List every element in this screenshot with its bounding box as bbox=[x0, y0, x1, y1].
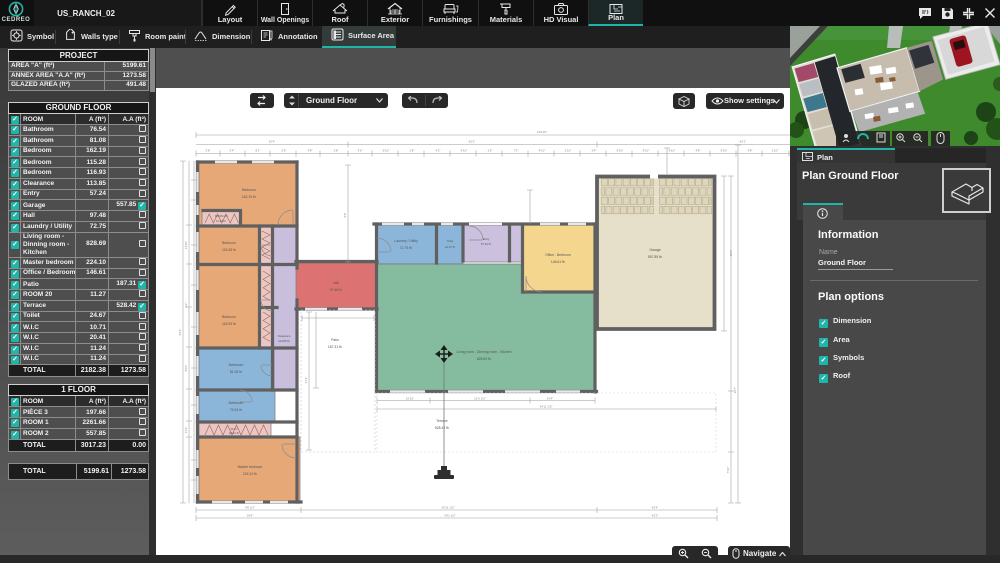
svg-text:1'8": 1'8" bbox=[410, 149, 415, 153]
svg-text:4'8 1/2": 4'8 1/2" bbox=[245, 506, 255, 510]
svg-text:162.19 ft²: 162.19 ft² bbox=[242, 195, 257, 199]
svg-text:5'4": 5'4" bbox=[230, 149, 235, 153]
svg-text:8'10": 8'10" bbox=[617, 149, 624, 153]
svg-text:7'10": 7'10" bbox=[726, 467, 730, 474]
svg-text:42'2": 42'2" bbox=[652, 514, 659, 518]
svg-text:36'7": 36'7" bbox=[733, 387, 737, 394]
svg-text:Entry: Entry bbox=[483, 237, 490, 241]
svg-text:97.48 ft²: 97.48 ft² bbox=[330, 288, 343, 292]
svg-text:14'10": 14'10" bbox=[184, 241, 188, 249]
svg-text:8'10": 8'10" bbox=[721, 149, 728, 153]
svg-text:Toilet: Toilet bbox=[447, 239, 454, 243]
svg-text:3'4": 3'4" bbox=[592, 149, 597, 153]
svg-text:2'8": 2'8" bbox=[206, 149, 211, 153]
svg-text:1'6": 1'6" bbox=[488, 149, 493, 153]
svg-text:81.08 ft²: 81.08 ft² bbox=[230, 370, 243, 374]
svg-text:52'2": 52'2" bbox=[469, 140, 476, 144]
svg-text:9'10": 9'10" bbox=[383, 149, 390, 153]
svg-text:115.28 ft²: 115.28 ft² bbox=[222, 248, 237, 252]
svg-text:3'6": 3'6" bbox=[358, 149, 363, 153]
svg-text:Bathroom: Bathroom bbox=[229, 401, 244, 405]
svg-text:828.69 ft²: 828.69 ft² bbox=[477, 357, 492, 361]
svg-text:4'10": 4'10" bbox=[539, 149, 546, 153]
svg-text:14'4": 14'4" bbox=[547, 397, 554, 401]
svg-text:8'1": 8'1" bbox=[256, 149, 261, 153]
svg-text:10'10": 10'10" bbox=[406, 397, 414, 401]
svg-text:Hall: Hall bbox=[333, 281, 339, 285]
svg-text:1'8": 1'8" bbox=[334, 149, 339, 153]
svg-text:13'4": 13'4" bbox=[184, 427, 188, 434]
svg-text:6'10": 6'10" bbox=[669, 149, 676, 153]
svg-text:Clearance: Clearance bbox=[278, 334, 291, 338]
svg-text:57.24 ft²: 57.24 ft² bbox=[481, 242, 491, 246]
svg-text:32'4": 32'4" bbox=[269, 140, 276, 144]
svg-text:11.27 ft²: 11.27 ft² bbox=[216, 219, 226, 223]
svg-text:4'8": 4'8" bbox=[308, 149, 313, 153]
svg-text:Master bedroom: Master bedroom bbox=[238, 465, 263, 469]
svg-text:7'2": 7'2" bbox=[514, 149, 519, 153]
svg-text:21'6 1/2": 21'6 1/2" bbox=[474, 397, 486, 401]
svg-text:Laundry / Utility: Laundry / Utility bbox=[394, 239, 418, 243]
svg-text:116.93 ft²: 116.93 ft² bbox=[222, 322, 237, 326]
svg-text:9'9": 9'9" bbox=[343, 213, 347, 218]
svg-text:42'4": 42'4" bbox=[652, 506, 659, 510]
svg-text:Bedroom: Bedroom bbox=[222, 241, 236, 245]
svg-text:224.10 ft²: 224.10 ft² bbox=[243, 472, 258, 476]
svg-text:5'10": 5'10" bbox=[643, 149, 650, 153]
svg-text:30'1 1/2": 30'1 1/2" bbox=[444, 514, 456, 518]
svg-text:8'10": 8'10" bbox=[184, 365, 188, 372]
svg-text:34'11 1/2": 34'11 1/2" bbox=[539, 405, 552, 409]
svg-text:104'10": 104'10" bbox=[537, 130, 547, 134]
svg-text:113.85 ft²: 113.85 ft² bbox=[278, 339, 290, 343]
svg-text:Garage: Garage bbox=[649, 248, 660, 252]
svg-text:2'10": 2'10" bbox=[565, 149, 572, 153]
svg-text:Patio: Patio bbox=[331, 338, 339, 342]
svg-text:1'10": 1'10" bbox=[772, 149, 779, 153]
svg-text:4'8": 4'8" bbox=[748, 149, 753, 153]
svg-text:4'2": 4'2" bbox=[436, 149, 441, 153]
svg-text:56'2": 56'2" bbox=[178, 329, 182, 336]
svg-text:557.85 ft²: 557.85 ft² bbox=[648, 255, 663, 259]
svg-text:187.31 ft²: 187.31 ft² bbox=[328, 345, 343, 349]
svg-text:20.41 ft²: 20.41 ft² bbox=[229, 431, 239, 435]
svg-text:76.54 ft²: 76.54 ft² bbox=[230, 408, 243, 412]
svg-text:2'6": 2'6" bbox=[282, 149, 287, 153]
svg-text:Terrace: Terrace bbox=[436, 419, 447, 423]
svg-text:28'4": 28'4" bbox=[729, 250, 733, 257]
svg-text:9'2": 9'2" bbox=[184, 303, 188, 308]
svg-text:ROOM 20: ROOM 20 bbox=[215, 214, 228, 218]
svg-text:146.61 ft²: 146.61 ft² bbox=[551, 260, 566, 264]
svg-text:27'2": 27'2" bbox=[304, 377, 308, 384]
svg-text:72.75 ft²: 72.75 ft² bbox=[400, 246, 413, 250]
svg-text:42'1": 42'1" bbox=[740, 140, 747, 144]
svg-text:Office - Bedroom: Office - Bedroom bbox=[545, 253, 571, 257]
svg-text:4'10": 4'10" bbox=[461, 149, 468, 153]
svg-text:18'6": 18'6" bbox=[247, 514, 254, 518]
svg-text:Living room - Dinning room - K: Living room - Dinning room - Kitchen bbox=[456, 350, 511, 354]
svg-text:26'11 1/2": 26'11 1/2" bbox=[441, 506, 454, 510]
svg-text:24.67 ft²: 24.67 ft² bbox=[445, 245, 455, 249]
svg-text:528.42 ft²: 528.42 ft² bbox=[435, 426, 450, 430]
svg-text:Bathroom: Bathroom bbox=[229, 363, 244, 367]
svg-text:4'8": 4'8" bbox=[696, 149, 701, 153]
svg-text:Bedroom: Bedroom bbox=[242, 188, 256, 192]
svg-text:Bedroom: Bedroom bbox=[222, 315, 236, 319]
